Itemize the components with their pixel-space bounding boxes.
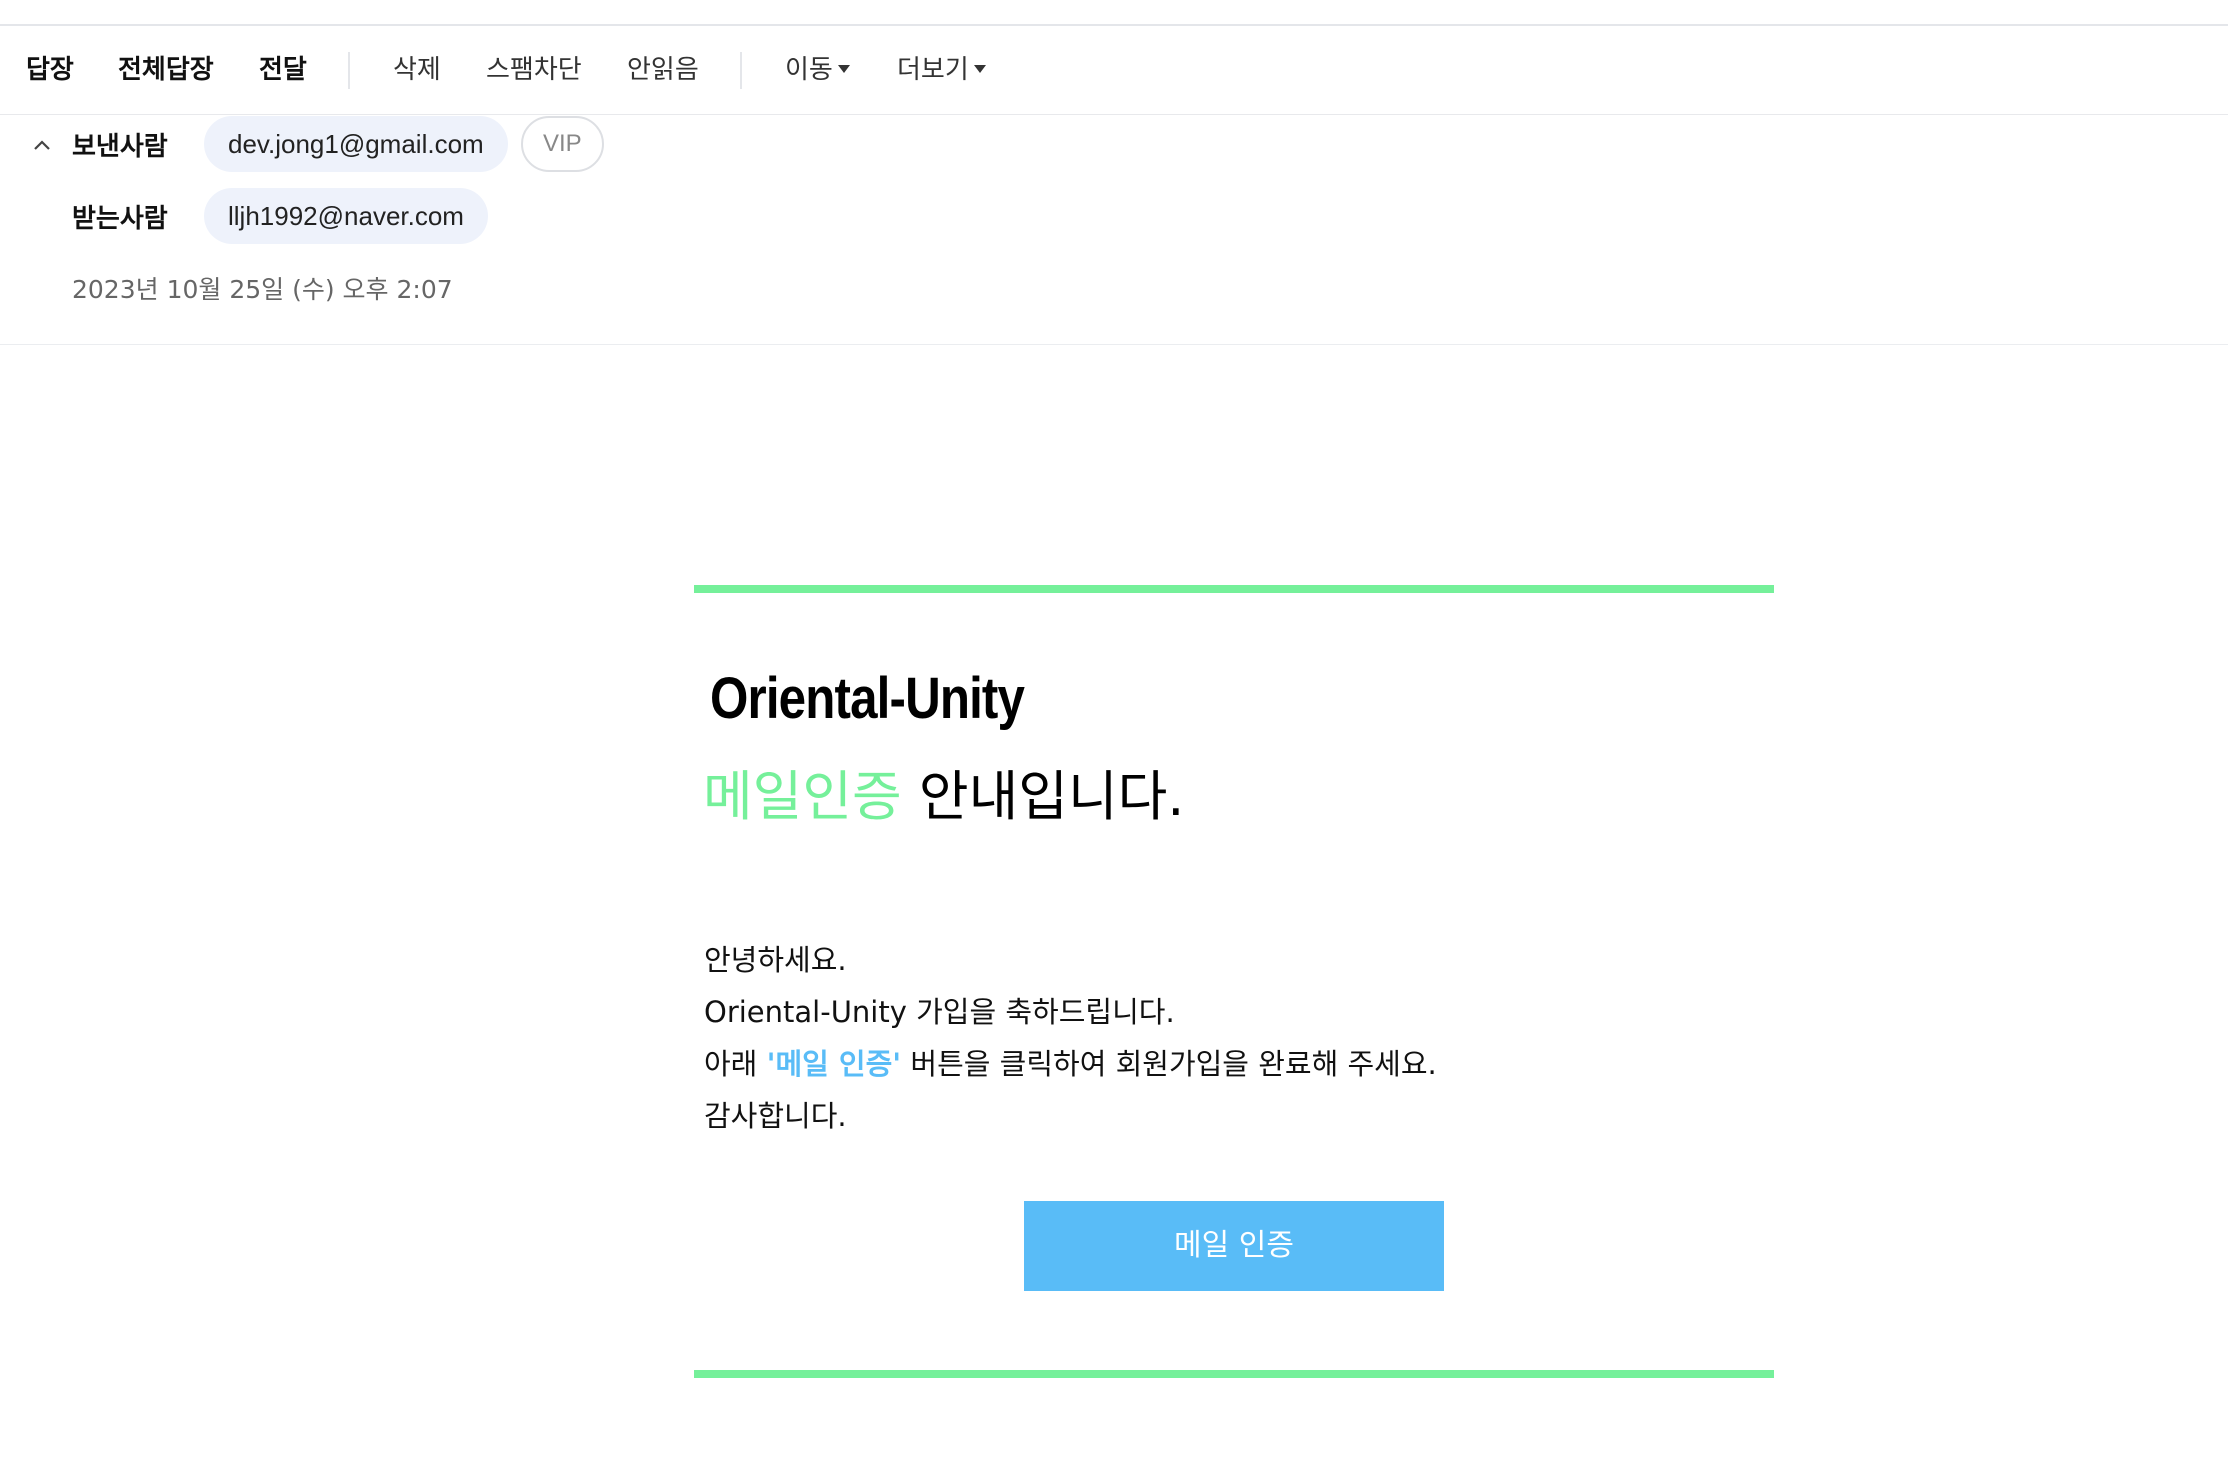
spam-block-button[interactable]: 스팸차단	[486, 26, 582, 115]
sent-date: 2023년 10월 25일 (수) 오후 2:07	[72, 275, 453, 304]
recipient-label: 받는사람	[72, 204, 168, 234]
headline-rest: 안내입니다.	[918, 765, 1185, 828]
mark-unread-button[interactable]: 안읽음	[627, 26, 699, 115]
thanks-text: 감사합니다.	[704, 1099, 847, 1133]
more-label: 더보기	[897, 55, 969, 85]
recipient-email-chip[interactable]: lljh1992@naver.com	[204, 188, 488, 244]
sender-email-chip[interactable]: dev.jong1@gmail.com	[204, 116, 508, 172]
reply-all-button[interactable]: 전체답장	[118, 26, 214, 115]
reply-button[interactable]: 답장	[26, 26, 74, 115]
bottom-accent-bar	[694, 1370, 1774, 1378]
congrats-text: Oriental-Unity 가입을 축하드립니다.	[704, 995, 1175, 1029]
top-accent-bar	[694, 585, 1774, 593]
greeting-text: 안녕하세요.	[704, 943, 847, 977]
move-label: 이동	[785, 55, 833, 85]
instruction-text: 아래 '메일 인증' 버튼을 클릭하여 회원가입을 완료해 주세요.	[704, 1041, 1437, 1083]
forward-button[interactable]: 전달	[259, 26, 307, 115]
toolbar-divider	[348, 52, 350, 89]
sender-label: 보낸사람	[72, 132, 168, 162]
instruction-prefix: 아래	[704, 1047, 758, 1081]
headline-accent: 메일인증	[703, 765, 902, 828]
vip-button[interactable]: VIP	[521, 116, 604, 172]
caret-down-icon	[837, 64, 850, 73]
headline: 메일인증 안내입니다.	[703, 752, 1184, 831]
caret-down-icon	[973, 64, 986, 73]
delete-button[interactable]: 삭제	[393, 26, 441, 115]
more-dropdown[interactable]: 더보기	[897, 26, 986, 115]
toolbar-divider	[740, 52, 742, 89]
instruction-suffix: 버튼을 클릭하여 회원가입을 완료해 주세요.	[910, 1047, 1437, 1081]
mail-toolbar: 답장 전체답장 전달 삭제 스팸차단 안읽음 이동 더보기	[0, 26, 2228, 115]
verify-email-button[interactable]: 메일 인증	[1024, 1201, 1444, 1291]
chevron-up-icon[interactable]	[33, 136, 51, 154]
move-dropdown[interactable]: 이동	[785, 26, 850, 115]
instruction-highlight: '메일 인증'	[766, 1047, 902, 1081]
brand-title: Oriental-Unity	[710, 666, 1025, 731]
